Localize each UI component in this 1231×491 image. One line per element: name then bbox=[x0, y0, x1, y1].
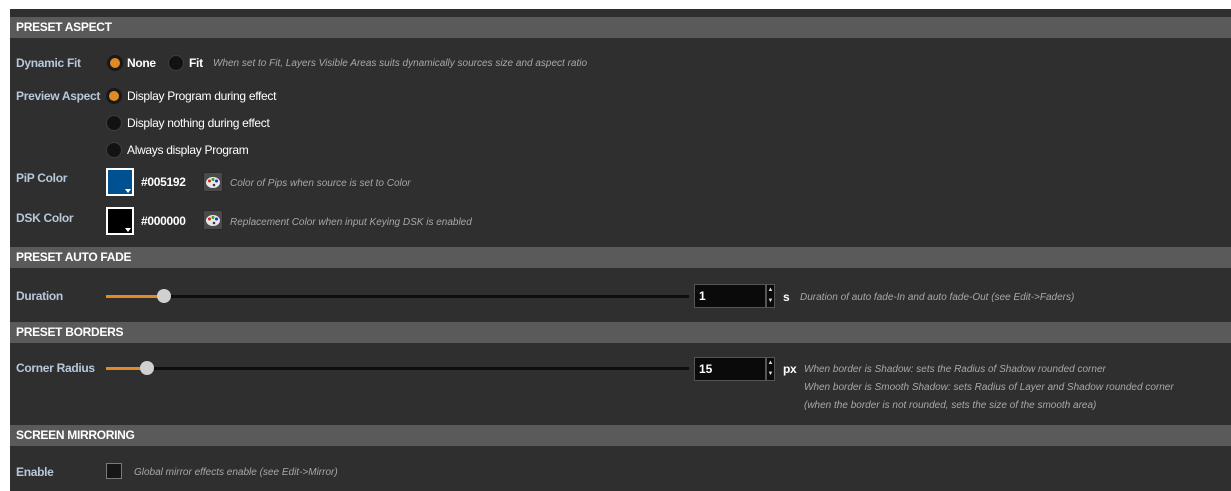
chevron-down-icon bbox=[125, 228, 131, 232]
corner-radius-label: Corner Radius bbox=[16, 361, 95, 375]
radio-label-fit[interactable]: Fit bbox=[189, 56, 203, 70]
section-header-preset-borders: PRESET BORDERS bbox=[10, 322, 1231, 343]
radio-dynamic-fit-fit[interactable] bbox=[168, 55, 184, 71]
duration-label: Duration bbox=[16, 289, 63, 303]
radio-preview-display-program[interactable] bbox=[106, 88, 122, 104]
radio-label-none[interactable]: None bbox=[127, 56, 156, 70]
chevron-down-icon bbox=[125, 189, 131, 193]
duration-unit: s bbox=[783, 290, 790, 304]
corner-radius-hint-1: When border is Shadow: sets the Radius o… bbox=[804, 364, 1106, 375]
radio-label-display-program[interactable]: Display Program during effect bbox=[127, 89, 276, 103]
dynamic-fit-hint: When set to Fit, Layers Visible Areas su… bbox=[213, 58, 588, 69]
dsk-color-label: DSK Color bbox=[16, 211, 74, 225]
enable-label: Enable bbox=[16, 465, 54, 479]
radio-dynamic-fit-none[interactable] bbox=[107, 55, 123, 71]
corner-radius-input[interactable]: 15 bbox=[694, 357, 766, 381]
section-header-preset-aspect: PRESET ASPECT bbox=[10, 17, 1231, 38]
corner-radius-unit: px bbox=[783, 362, 797, 376]
dsk-color-swatch[interactable] bbox=[106, 207, 134, 235]
palette-icon[interactable] bbox=[203, 210, 223, 230]
corner-radius-hint-2: When border is Smooth Shadow: sets Radiu… bbox=[804, 382, 1174, 393]
spinner-down-icon[interactable]: ▼ bbox=[767, 369, 774, 380]
corner-radius-hint-3: (when the border is not rounded, sets th… bbox=[804, 400, 1097, 411]
radio-label-always-program[interactable]: Always display Program bbox=[127, 143, 249, 157]
spinner-down-icon[interactable]: ▼ bbox=[767, 296, 774, 307]
duration-slider-track[interactable] bbox=[106, 295, 689, 298]
pip-color-label: PiP Color bbox=[16, 171, 68, 185]
radio-preview-always-program[interactable] bbox=[106, 142, 122, 158]
corner-radius-slider-thumb[interactable] bbox=[140, 361, 154, 375]
spinner-up-icon[interactable]: ▲ bbox=[767, 285, 774, 296]
pip-color-swatch[interactable] bbox=[106, 168, 134, 196]
duration-spinner[interactable]: ▲ ▼ bbox=[766, 284, 775, 308]
duration-slider-thumb[interactable] bbox=[157, 289, 171, 303]
settings-panel: PRESET ASPECT Dynamic Fit None Fit When … bbox=[10, 9, 1231, 491]
section-header-screen-mirroring: SCREEN MIRRORING bbox=[10, 425, 1231, 446]
mirror-enable-checkbox[interactable] bbox=[106, 463, 122, 479]
section-header-preset-auto-fade: PRESET AUTO FADE bbox=[10, 247, 1231, 268]
dynamic-fit-label: Dynamic Fit bbox=[16, 56, 81, 70]
spinner-up-icon[interactable]: ▲ bbox=[767, 358, 774, 369]
radio-preview-display-nothing[interactable] bbox=[106, 115, 122, 131]
duration-slider-fill bbox=[106, 295, 164, 298]
preview-aspect-label: Preview Aspect bbox=[16, 89, 101, 103]
corner-radius-spinner[interactable]: ▲ ▼ bbox=[766, 357, 775, 381]
radio-label-display-nothing[interactable]: Display nothing during effect bbox=[127, 116, 270, 130]
duration-hint: Duration of auto fade-In and auto fade-O… bbox=[800, 292, 1075, 303]
mirror-enable-hint: Global mirror effects enable (see Edit->… bbox=[134, 467, 338, 478]
palette-icon[interactable] bbox=[203, 172, 223, 192]
duration-input[interactable]: 1 bbox=[694, 284, 766, 308]
pip-color-hint: Color of Pips when source is set to Colo… bbox=[230, 178, 411, 189]
dsk-color-hint: Replacement Color when input Keying DSK … bbox=[230, 217, 472, 228]
pip-color-value: #005192 bbox=[141, 175, 186, 189]
dsk-color-value: #000000 bbox=[141, 214, 186, 228]
corner-radius-slider-track[interactable] bbox=[106, 367, 689, 370]
